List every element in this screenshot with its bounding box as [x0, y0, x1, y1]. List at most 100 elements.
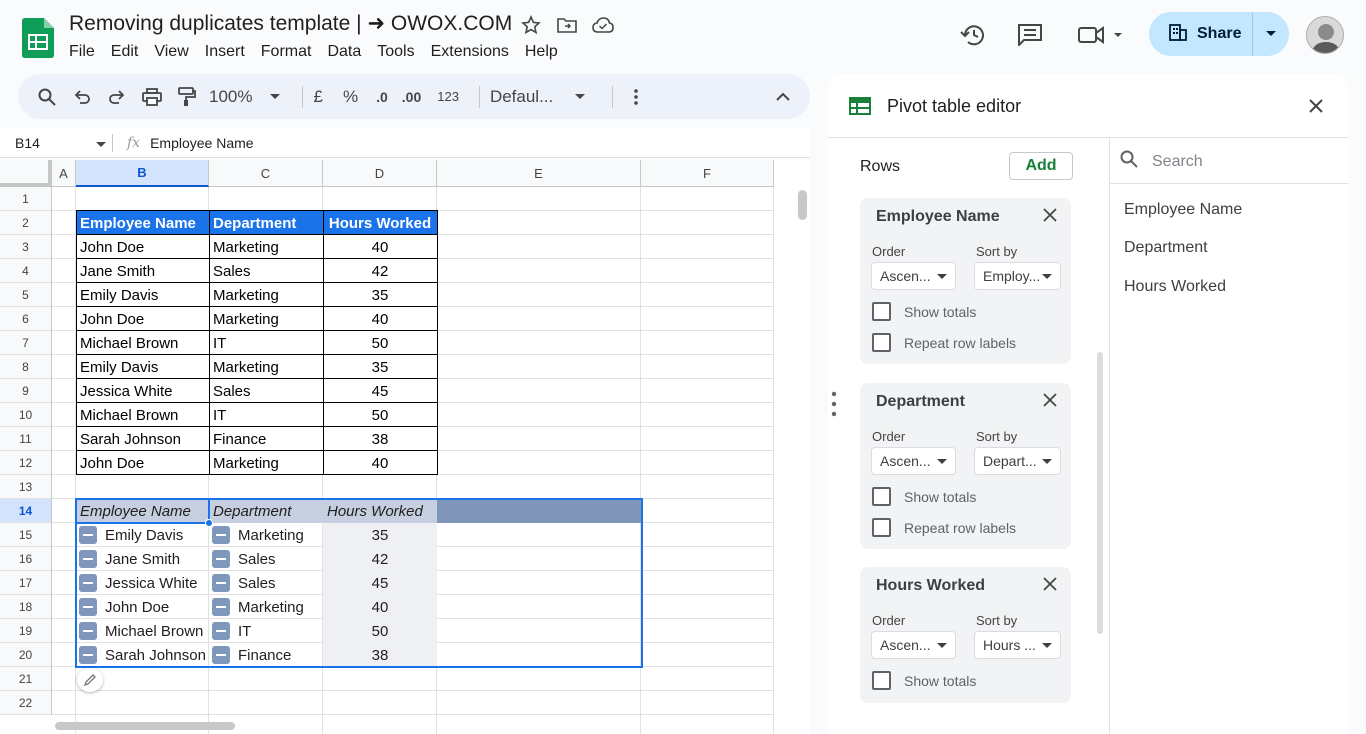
edit-pivot-pencil-icon[interactable]: [77, 668, 103, 692]
sort-by-select[interactable]: Employ...: [974, 262, 1061, 290]
source-table-cell[interactable]: 40: [323, 451, 437, 475]
move-folder-icon[interactable]: [556, 14, 578, 36]
field-department[interactable]: Department: [1124, 239, 1208, 257]
column-header-b[interactable]: B: [76, 160, 209, 187]
menu-view[interactable]: View: [154, 43, 196, 61]
name-box-dropdown-icon[interactable]: [96, 135, 106, 151]
resize-handle-icon[interactable]: [830, 390, 838, 423]
increase-decimal-button[interactable]: .00: [402, 89, 421, 105]
row-header[interactable]: 19: [0, 619, 52, 643]
source-table-cell[interactable]: Emily Davis: [76, 283, 209, 307]
row-header[interactable]: 3: [0, 235, 52, 259]
menu-file[interactable]: File: [69, 43, 103, 61]
decrease-decimal-button[interactable]: .0: [376, 89, 388, 105]
font-family-select[interactable]: Defaul...: [490, 87, 553, 107]
source-table-cell[interactable]: Finance: [209, 427, 323, 451]
paint-format-icon[interactable]: [174, 84, 200, 110]
repeat-row-labels-checkbox[interactable]: [872, 518, 891, 537]
remove-field-icon[interactable]: [1043, 577, 1061, 595]
horizontal-scrollbar[interactable]: [55, 722, 235, 730]
sort-by-select[interactable]: Hours ...: [974, 631, 1061, 659]
source-table-cell[interactable]: 50: [323, 331, 437, 355]
zoom-dropdown-icon[interactable]: [262, 84, 288, 110]
source-table-cell[interactable]: Marketing: [209, 451, 323, 475]
zoom-value[interactable]: 100%: [209, 87, 252, 107]
repeat-row-labels-checkbox[interactable]: [872, 333, 891, 352]
source-table-cell[interactable]: Marketing: [209, 355, 323, 379]
source-table-cell[interactable]: Sarah Johnson: [76, 427, 209, 451]
row-header[interactable]: 9: [0, 379, 52, 403]
order-select[interactable]: Ascen...: [871, 631, 956, 659]
editor-scrollbar[interactable]: [1097, 352, 1103, 634]
close-editor-icon[interactable]: [1308, 98, 1324, 119]
menu-data[interactable]: Data: [327, 43, 369, 61]
row-header[interactable]: 17: [0, 571, 52, 595]
show-totals-checkbox[interactable]: [872, 487, 891, 506]
source-table-cell[interactable]: Marketing: [209, 235, 323, 259]
row-header[interactable]: 5: [0, 283, 52, 307]
print-icon[interactable]: [139, 84, 165, 110]
currency-format-button[interactable]: £: [313, 87, 322, 107]
source-table-cell[interactable]: IT: [209, 331, 323, 355]
select-all-corner[interactable]: [0, 160, 52, 187]
show-totals-checkbox[interactable]: [872, 302, 891, 321]
row-header[interactable]: 16: [0, 547, 52, 571]
meet-video-icon[interactable]: [1078, 25, 1126, 50]
source-table-cell[interactable]: 38: [323, 427, 437, 451]
user-avatar[interactable]: [1306, 16, 1344, 54]
source-table-cell[interactable]: Marketing: [209, 283, 323, 307]
row-header[interactable]: 8: [0, 355, 52, 379]
source-table-cell[interactable]: 42: [323, 259, 437, 283]
sort-by-select[interactable]: Depart...: [974, 447, 1061, 475]
document-title[interactable]: Removing duplicates template | ➜ OWOX.CO…: [69, 11, 512, 36]
add-row-button[interactable]: Add: [1009, 152, 1073, 180]
column-header-f[interactable]: F: [641, 160, 774, 187]
menu-edit[interactable]: Edit: [111, 43, 147, 61]
source-table-cell[interactable]: 35: [323, 355, 437, 379]
source-table-cell[interactable]: John Doe: [76, 235, 209, 259]
show-totals-checkbox[interactable]: [872, 671, 891, 690]
menu-help[interactable]: Help: [525, 43, 566, 61]
row-header[interactable]: 2: [0, 211, 52, 235]
source-table-cell[interactable]: IT: [209, 403, 323, 427]
order-select[interactable]: Ascen...: [871, 262, 956, 290]
redo-icon[interactable]: [104, 84, 130, 110]
row-header[interactable]: 1: [0, 187, 52, 211]
source-table-cell[interactable]: Michael Brown: [76, 331, 209, 355]
percent-format-button[interactable]: %: [343, 87, 358, 107]
menu-extensions[interactable]: Extensions: [431, 43, 517, 61]
more-formats-button[interactable]: 123: [437, 89, 459, 104]
vertical-scrollbar[interactable]: [798, 190, 807, 220]
remove-field-icon[interactable]: [1043, 208, 1061, 226]
search-menus-icon[interactable]: [34, 84, 60, 110]
source-table-cell[interactable]: Sales: [209, 259, 323, 283]
cloud-status-icon[interactable]: [592, 14, 614, 36]
menu-tools[interactable]: Tools: [377, 43, 422, 61]
share-dropdown-icon[interactable]: [1253, 30, 1289, 38]
source-header-cell[interactable]: Department: [209, 211, 323, 235]
row-header[interactable]: 10: [0, 403, 52, 427]
source-table-cell[interactable]: John Doe: [76, 451, 209, 475]
field-hours-worked[interactable]: Hours Worked: [1124, 278, 1226, 296]
source-table-cell[interactable]: Sales: [209, 379, 323, 403]
column-header-e[interactable]: E: [437, 160, 641, 187]
row-header[interactable]: 14: [0, 499, 52, 523]
column-header-c[interactable]: C: [209, 160, 323, 187]
column-header-d[interactable]: D: [323, 160, 437, 187]
source-header-cell[interactable]: Hours Worked: [323, 211, 437, 235]
row-header[interactable]: 11: [0, 427, 52, 451]
source-table-cell[interactable]: 50: [323, 403, 437, 427]
spreadsheet-grid[interactable]: A B C D E F 1 2 3 4 5 6 7 8 9 10 11 12 13 14 15 16 17 18 19 20 21 2…: [0, 160, 810, 734]
source-header-cell[interactable]: Employee Name: [76, 211, 209, 235]
field-search-input[interactable]: Search: [1152, 153, 1203, 171]
font-dropdown-icon[interactable]: [567, 84, 593, 110]
share-button[interactable]: Share: [1149, 12, 1289, 56]
remove-field-icon[interactable]: [1043, 393, 1061, 411]
more-options-icon[interactable]: [623, 84, 649, 110]
row-header[interactable]: 13: [0, 475, 52, 499]
column-header-a[interactable]: A: [52, 160, 76, 187]
source-table-cell[interactable]: 40: [323, 235, 437, 259]
sheets-logo-icon[interactable]: [22, 18, 54, 58]
row-header[interactable]: 20: [0, 643, 52, 667]
comment-icon[interactable]: [1018, 24, 1042, 51]
